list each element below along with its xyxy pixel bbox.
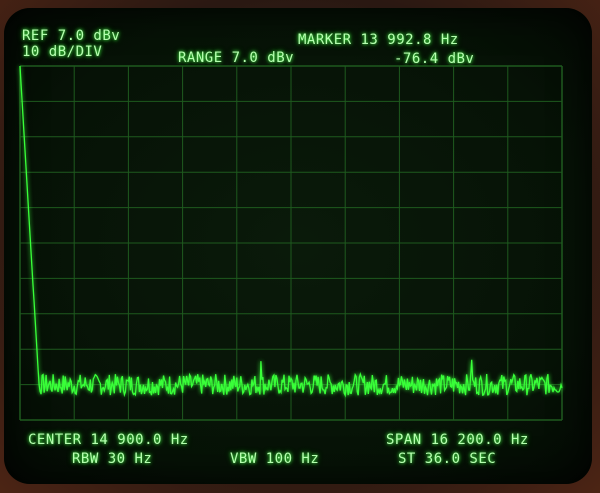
vbw-label: VBW 100 Hz	[230, 451, 320, 467]
ref-level-label: REF 7.0 dBv	[22, 28, 121, 44]
marker-frequency: MARKER 13 992.8 Hz	[298, 32, 459, 48]
graticule	[19, 65, 563, 421]
range-label: RANGE 7.0 dBv	[178, 50, 295, 66]
center-frequency: CENTER 14 900.0 Hz	[28, 432, 189, 448]
crt-screen	[4, 8, 592, 484]
spectrum-plot	[19, 65, 563, 421]
scale-label: 10 dB/DIV	[22, 44, 103, 60]
rbw-label: RBW 30 Hz	[72, 451, 153, 467]
marker-level: -76.4 dBv	[394, 51, 475, 67]
span-frequency: SPAN 16 200.0 Hz	[386, 432, 529, 448]
sweep-time-label: ST 36.0 SEC	[398, 451, 497, 467]
